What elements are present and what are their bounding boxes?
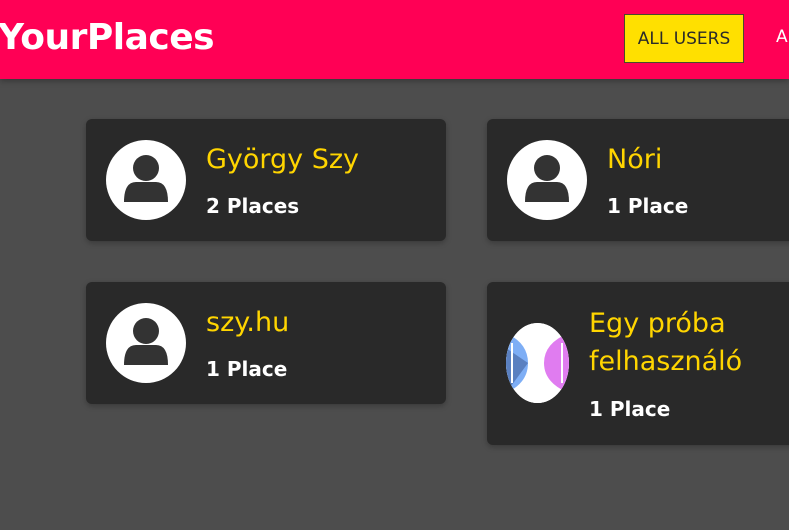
default-user-icon: [525, 155, 569, 202]
app-logo-title[interactable]: YourPlaces: [0, 17, 215, 58]
user-card[interactable]: György Szy 2 Places: [86, 119, 446, 241]
user-name: Nóri: [607, 144, 663, 175]
user-name-line: felhasználó: [589, 346, 743, 377]
user-card[interactable]: szy.hu 1 Place: [86, 282, 446, 404]
avatar: [106, 140, 186, 220]
user-name: György Szy: [206, 144, 360, 175]
user-name: Egy próba felhasználó: [589, 305, 742, 381]
default-user-icon: [124, 155, 168, 202]
places-count: 2 Places: [206, 194, 300, 218]
user-card[interactable]: Nóri 1 Place: [487, 119, 789, 241]
default-user-icon: [124, 318, 168, 365]
nav-item-truncated[interactable]: A: [776, 27, 788, 47]
nav-all-users[interactable]: ALL USERS: [624, 14, 744, 63]
main-header: YourPlaces ALL USERS A: [0, 0, 789, 79]
avatar: [106, 303, 186, 383]
places-count: 1 Place: [589, 397, 671, 421]
user-card[interactable]: Egy próba felhasználó 1 Place: [487, 282, 789, 445]
avatar: [507, 140, 587, 220]
places-count: 1 Place: [206, 357, 288, 381]
user-name: szy.hu: [206, 307, 290, 338]
avatar: [506, 323, 569, 403]
places-count: 1 Place: [607, 194, 689, 218]
avatar-image-icon: [506, 323, 569, 403]
user-name-line: Egy próba: [589, 308, 726, 339]
